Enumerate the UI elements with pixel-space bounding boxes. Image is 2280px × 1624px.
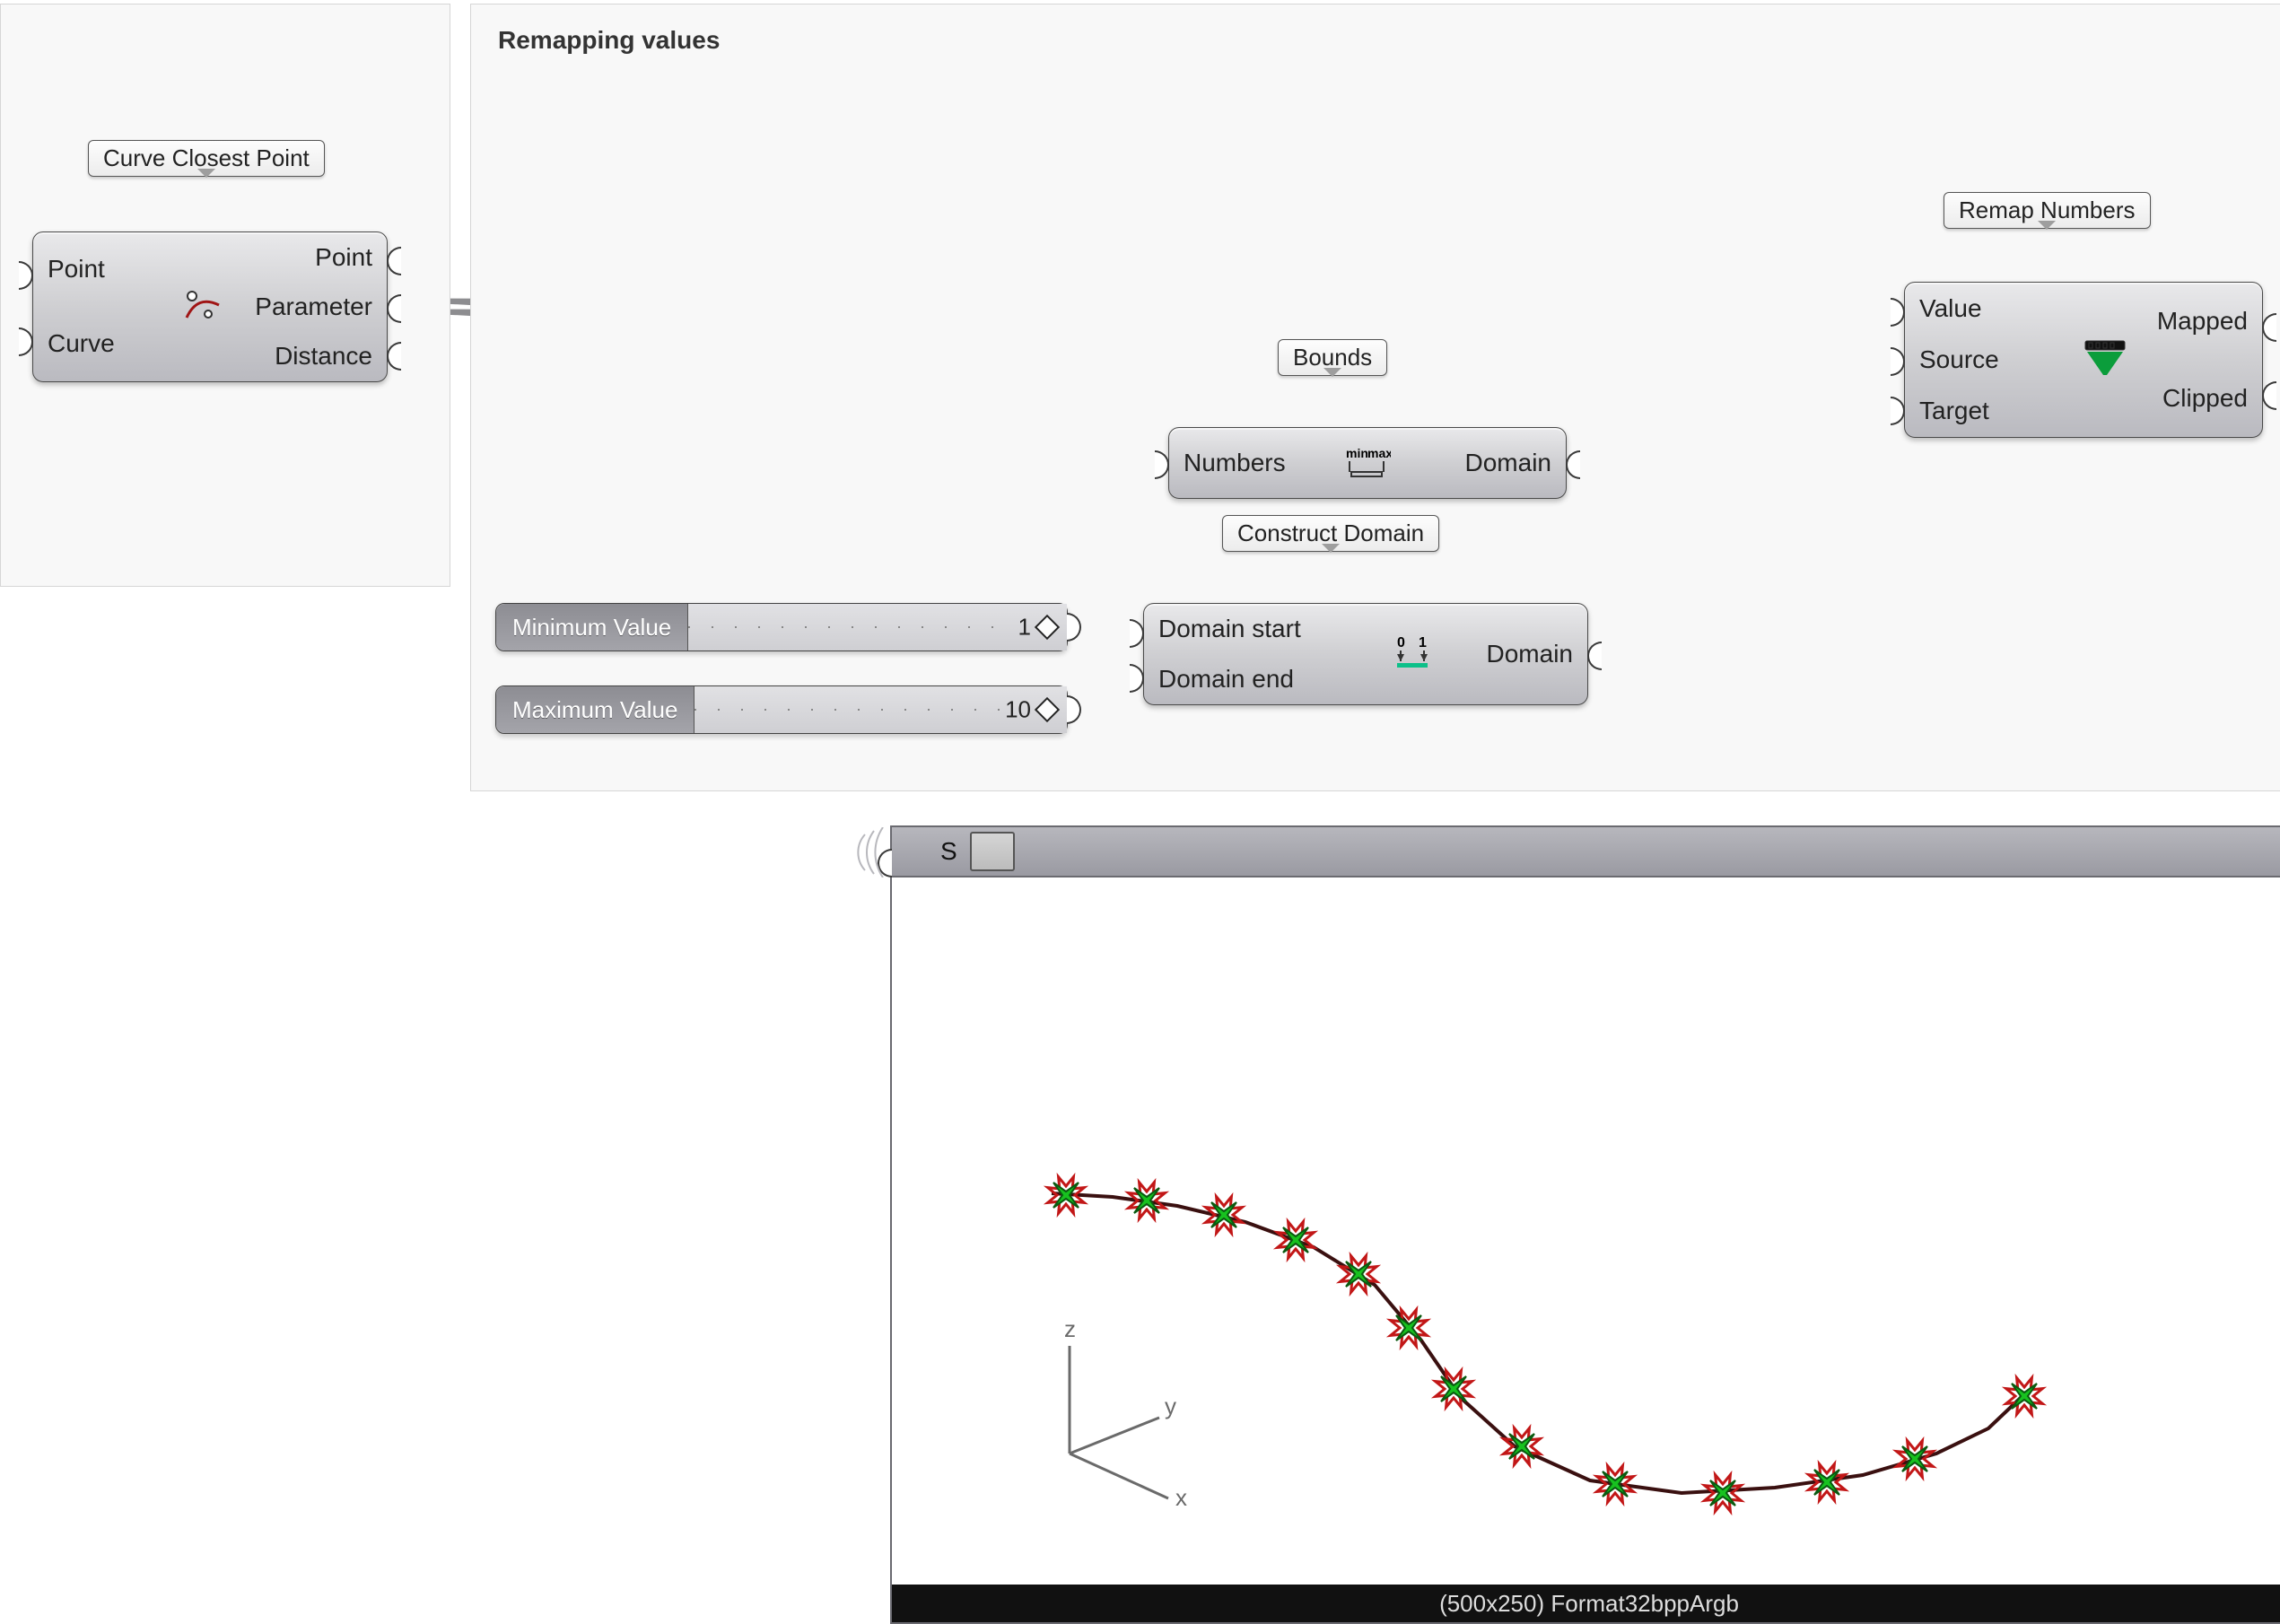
preview-header-letter: S [940,837,957,866]
viewport: z y x [892,877,2280,1585]
slider-handle-icon[interactable] [1035,615,1060,640]
svg-text:y: y [1165,1393,1176,1419]
component-curve-closest-point[interactable]: Point Curve Point Parameter Distance [32,231,388,382]
input-source[interactable]: Source [1919,345,1999,374]
construct-domain-icon: 0 1 [1392,634,1437,674]
viewport-preview-panel[interactable]: S z y x (500x250) Format32bppArgb [890,825,2280,1624]
component-bounds[interactable]: Numbers Domain minmax [1168,427,1567,499]
svg-text:min: min [1346,446,1368,460]
image-icon [970,832,1015,871]
output-parameter[interactable]: Parameter [255,292,372,321]
input-domain-end[interactable]: Domain end [1158,665,1301,694]
remap-icon [2080,339,2130,380]
svg-text:1: 1 [1419,635,1427,650]
output-clipped[interactable]: Clipped [2157,384,2248,413]
tag-curve-closest-point: Curve Closest Point [88,140,325,177]
bounds-icon: minmax [1344,445,1391,481]
tag-remap-numbers: Remap Numbers [1944,192,2151,229]
output-domain[interactable]: Domain [1487,640,1573,668]
input-point[interactable]: Point [48,255,115,284]
slider-handle-icon[interactable] [1035,697,1060,722]
preview-caption: (500x250) Format32bppArgb [892,1585,2280,1622]
component-remap-numbers[interactable]: Value Source Target Mapped Clipped [1904,282,2263,438]
input-domain-start[interactable]: Domain start [1158,615,1301,643]
svg-text:x: x [1175,1484,1187,1511]
output-distance[interactable]: Distance [255,342,372,371]
slider-label: Minimum Value [496,604,688,650]
tag-construct-domain: Construct Domain [1222,515,1439,552]
slider-minimum-value[interactable]: Minimum Value 1 [495,603,1068,651]
input-numbers[interactable]: Numbers [1184,449,1286,477]
input-value[interactable]: Value [1919,294,1999,323]
component-construct-domain[interactable]: Domain start Domain end Domain 0 1 [1143,603,1588,705]
svg-text:0: 0 [1397,635,1405,650]
preview-header: S [892,827,2280,877]
output-point[interactable]: Point [255,243,372,272]
slider-value: 1 [1018,614,1031,642]
slider-maximum-value[interactable]: Maximum Value 10 [495,685,1068,734]
output-mapped[interactable]: Mapped [2157,307,2248,336]
svg-text:max: max [1367,446,1391,460]
group-title: Remapping values [498,26,720,55]
output-domain[interactable]: Domain [1465,449,1551,477]
slider-value: 10 [1005,696,1031,724]
input-target[interactable]: Target [1919,397,1999,425]
input-curve[interactable]: Curve [48,329,115,358]
tag-bounds: Bounds [1278,339,1387,376]
slider-label: Maximum Value [496,686,694,733]
input-grip[interactable] [878,849,892,877]
svg-text:z: z [1064,1315,1076,1342]
curve-closest-point-icon [183,287,223,327]
